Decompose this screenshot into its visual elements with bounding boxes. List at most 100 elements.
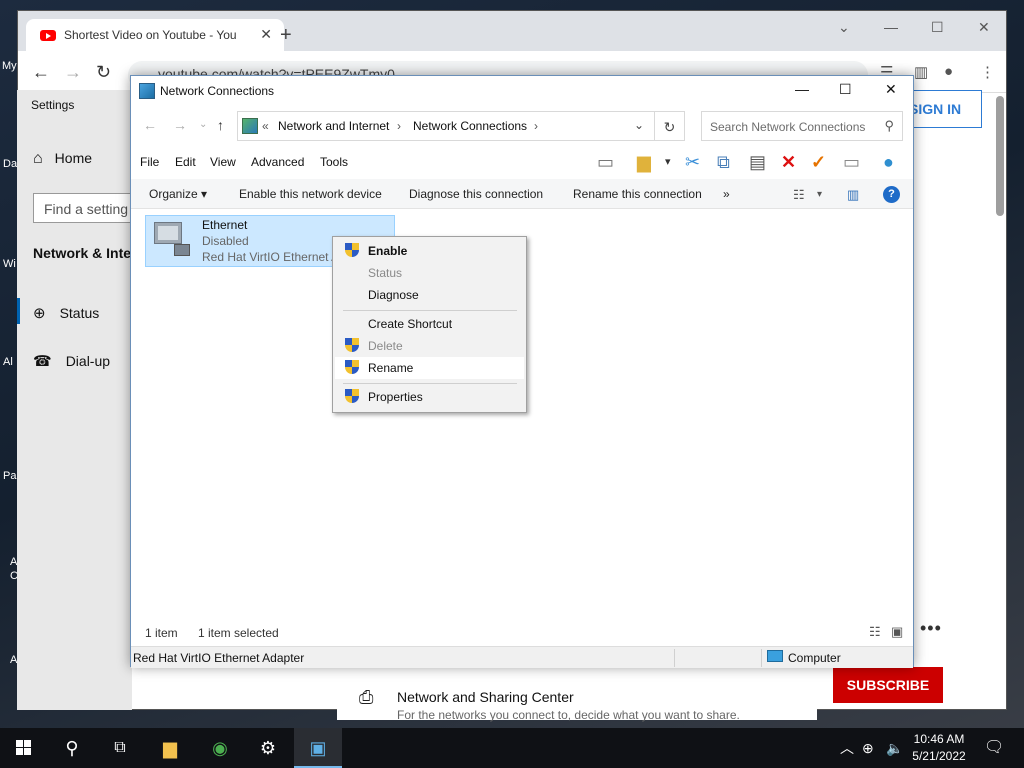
network-connections-app-icon: [139, 83, 155, 99]
tiles-view-icon[interactable]: ▣: [891, 624, 903, 640]
settings-window: Settings ⌂ Home Find a setting Network & …: [17, 90, 143, 710]
maximize-icon[interactable]: ☐: [931, 19, 944, 36]
dropdown-icon[interactable]: ▾: [665, 151, 671, 173]
file-explorer-icon[interactable]: ▆: [146, 728, 194, 768]
search-taskbar-icon[interactable]: ⚲: [48, 728, 96, 768]
desktop-icon-label[interactable]: Pa: [3, 470, 16, 482]
recent-locations-icon[interactable]: ⌄: [199, 119, 207, 130]
home-nav-item[interactable]: ⌂ Home: [33, 150, 92, 168]
subscribe-button[interactable]: SUBSCRIBE: [833, 667, 943, 703]
menu-file[interactable]: File: [140, 155, 159, 169]
preview-pane-icon[interactable]: ▥: [847, 187, 859, 203]
network-adapter-icon: [152, 220, 192, 260]
copy-icon[interactable]: ⧉: [717, 151, 730, 173]
help-icon[interactable]: ?: [883, 186, 900, 203]
folder-options-icon[interactable]: ▆: [637, 151, 651, 173]
show-hidden-icons-icon[interactable]: ︿: [840, 728, 854, 768]
menu-tools[interactable]: Tools: [320, 155, 348, 169]
nsc-title: Network and Sharing Center: [397, 689, 574, 705]
context-item-status[interactable]: Status: [335, 262, 524, 284]
delete-icon[interactable]: ✕: [781, 151, 796, 173]
side-panel-icon[interactable]: ▥: [914, 63, 928, 81]
nav-item-status[interactable]: ⊕ Status: [33, 304, 99, 322]
breadcrumb-chevron-icon[interactable]: ›: [534, 119, 538, 133]
desktop-icon-label[interactable]: Da: [3, 158, 17, 170]
rename-icon[interactable]: ▭: [843, 151, 860, 173]
more-actions-button[interactable]: •••: [920, 618, 942, 639]
menu-advanced[interactable]: Advanced: [251, 155, 304, 169]
divider: [674, 649, 675, 667]
nav-item-dial-up[interactable]: ☎ Dial-up: [33, 352, 110, 370]
context-item-rename[interactable]: Rename: [335, 357, 524, 379]
breadcrumb-item[interactable]: Network Connections: [413, 119, 527, 133]
refresh-button[interactable]: ↻: [655, 111, 685, 141]
new-tab-icon[interactable]: +: [280, 25, 292, 45]
cut-icon[interactable]: ✂: [685, 151, 700, 173]
rename-connection-button[interactable]: Rename this connection: [573, 187, 702, 201]
settings-gear-icon[interactable]: ⚙: [244, 728, 292, 768]
menu-edit[interactable]: Edit: [175, 155, 196, 169]
network-status-icon[interactable]: ⊕: [862, 728, 874, 768]
close-icon[interactable]: ✕: [885, 81, 897, 98]
forward-icon[interactable]: →: [173, 117, 187, 133]
network-sharing-center-link[interactable]: ⎙ Network and Sharing Center For the net…: [337, 667, 817, 722]
chrome-icon[interactable]: ◉: [196, 728, 244, 768]
desktop-icon-label[interactable]: Wi: [3, 258, 16, 270]
search-icon: ⚲: [884, 118, 894, 133]
close-tab-icon[interactable]: ✕: [260, 26, 272, 43]
details-view-icon[interactable]: ☷: [869, 624, 881, 640]
change-view-icon[interactable]: ☷: [793, 187, 805, 203]
breadcrumb-chevron-icon[interactable]: ›: [397, 119, 401, 133]
task-view-icon[interactable]: ⧉: [96, 728, 144, 768]
network-connections-taskbar-icon[interactable]: ▣: [294, 728, 342, 768]
start-button[interactable]: [0, 728, 48, 768]
chrome-menu-icon[interactable]: ⋮: [980, 63, 995, 81]
menu-separator: [343, 383, 517, 384]
tab-search-icon[interactable]: ⌄: [838, 19, 850, 36]
context-item-enable[interactable]: Enable: [335, 240, 524, 262]
window-title: Network Connections: [160, 84, 275, 98]
back-icon[interactable]: ←: [32, 63, 50, 81]
menu-view[interactable]: View: [210, 155, 236, 169]
diagnose-button[interactable]: Diagnose this connection: [409, 187, 543, 201]
up-icon[interactable]: ↑: [217, 117, 224, 133]
breadcrumb-overflow-icon[interactable]: «: [262, 119, 269, 133]
view-dropdown-icon[interactable]: ▾: [817, 189, 822, 200]
context-item-create-shortcut[interactable]: Create Shortcut: [335, 313, 524, 335]
search-input[interactable]: Search Network Connections ⚲: [701, 111, 903, 141]
forward-icon[interactable]: →: [64, 63, 82, 81]
notifications-icon[interactable]: 🗨: [984, 728, 1004, 768]
profile-avatar-icon[interactable]: ●: [944, 63, 953, 80]
clock[interactable]: 10:46 AM 5/21/2022: [904, 731, 974, 765]
context-item-delete[interactable]: Delete: [335, 335, 524, 357]
properties-check-icon[interactable]: ✓: [811, 151, 826, 173]
volume-muted-icon[interactable]: 🔈: [886, 728, 903, 768]
page-scrollbar[interactable]: [996, 96, 1004, 216]
minimize-icon[interactable]: —: [795, 81, 809, 97]
paste-icon[interactable]: ▤: [749, 151, 766, 173]
preview-pane-icon[interactable]: ▭: [597, 151, 614, 173]
details-text: Red Hat VirtIO Ethernet Adapter: [133, 651, 305, 665]
maximize-icon[interactable]: ☐: [839, 81, 852, 98]
close-window-icon[interactable]: ✕: [978, 19, 990, 36]
organize-button[interactable]: Organize ▾: [149, 187, 207, 201]
window-titlebar[interactable]: Network Connections — ☐ ✕: [131, 76, 913, 106]
more-commands-icon[interactable]: »: [723, 187, 730, 201]
chrome-tab[interactable]: Shortest Video on Youtube - You ✕: [26, 19, 284, 51]
context-item-diagnose[interactable]: Diagnose: [335, 284, 524, 306]
control-panel-icon: [242, 118, 258, 134]
enable-device-button[interactable]: Enable this network device: [239, 187, 382, 201]
address-dropdown-icon[interactable]: ⌄: [634, 118, 644, 132]
breadcrumb-item[interactable]: Network and Internet: [278, 119, 389, 133]
desktop-icon-label[interactable]: My: [2, 60, 17, 72]
address-bar[interactable]: « Network and Internet › Network Connect…: [237, 111, 655, 141]
minimize-icon[interactable]: —: [884, 19, 898, 35]
youtube-favicon-icon: [40, 30, 56, 41]
back-icon[interactable]: ←: [143, 117, 157, 133]
desktop-icon-label[interactable]: Al: [3, 356, 13, 368]
network-globe-icon[interactable]: ●: [883, 151, 894, 173]
find-setting-input[interactable]: Find a setting: [33, 193, 143, 223]
context-item-properties[interactable]: Properties: [335, 386, 524, 408]
context-item-label: Enable: [368, 244, 408, 258]
reload-icon[interactable]: ↻: [96, 63, 111, 81]
